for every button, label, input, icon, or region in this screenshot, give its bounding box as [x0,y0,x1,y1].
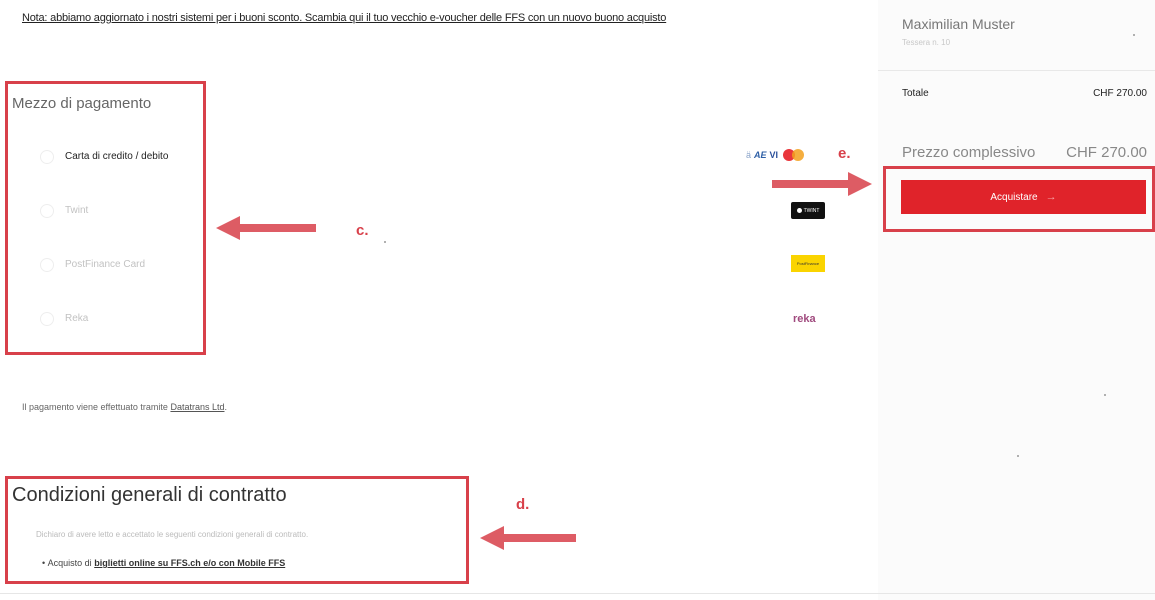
scan-speck [384,241,386,243]
scan-speck [1104,394,1106,396]
annotation-arrow-d-shaft [500,534,576,542]
annotation-arrows [216,172,872,550]
annotation-arrow-e-head [848,172,872,196]
annotation-label-d: d. [516,496,530,513]
annotation-label-c: c. [356,222,369,239]
scan-speck [1017,455,1019,457]
scan-speck [1133,34,1135,36]
annotation-arrow-d-head [480,526,504,550]
annotation-arrow-c-head [216,216,240,240]
annotation-label-e: e. [838,145,851,162]
annotation-arrow-c-shaft [236,224,316,232]
annotation-arrow-e-shaft [772,180,848,188]
